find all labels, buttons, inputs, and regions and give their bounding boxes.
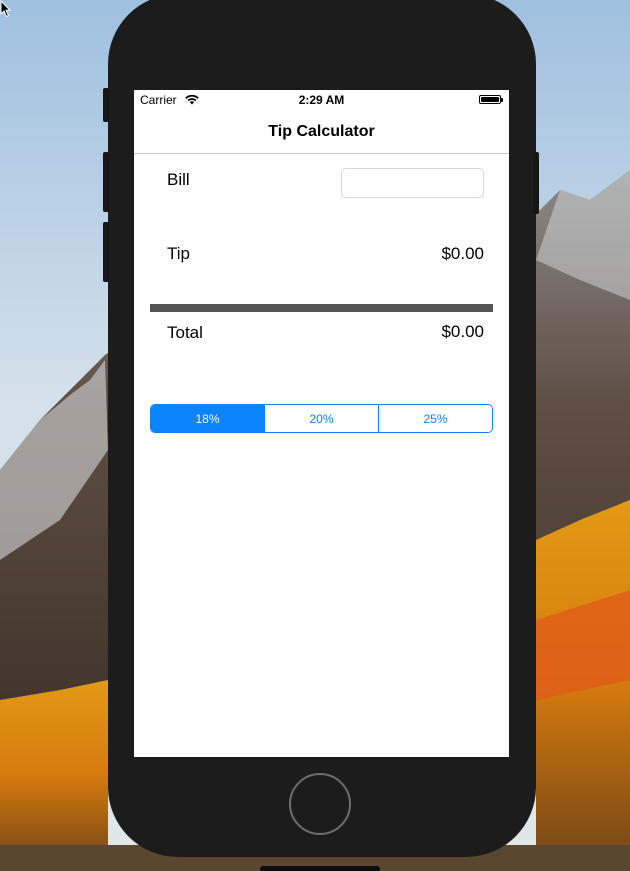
volume-down-button xyxy=(103,222,109,282)
power-button xyxy=(533,152,539,214)
mouse-cursor-icon xyxy=(0,0,12,18)
mute-switch xyxy=(103,88,109,122)
status-bar: Carrier 2:29 AM xyxy=(134,90,509,110)
total-amount: $0.00 xyxy=(441,322,484,341)
tip-amount: $0.00 xyxy=(441,244,484,263)
app-screen: Carrier 2:29 AM Tip Calculator Bill Tip … xyxy=(134,90,509,757)
tip-segment-25[interactable]: 25% xyxy=(379,405,492,432)
bill-input[interactable] xyxy=(341,168,484,198)
tip-percentage-control: 18% 20% 25% xyxy=(150,404,493,433)
desktop-dock-edge xyxy=(260,866,380,871)
status-time: 2:29 AM xyxy=(298,93,345,107)
tip-segment-20[interactable]: 20% xyxy=(265,405,379,432)
desktop-background: Carrier 2:29 AM Tip Calculator Bill Tip … xyxy=(0,0,630,871)
home-button[interactable] xyxy=(289,773,351,835)
tip-segment-18[interactable]: 18% xyxy=(151,405,265,432)
page-title: Tip Calculator xyxy=(268,123,375,140)
total-divider xyxy=(150,304,493,312)
total-label: Total xyxy=(167,323,203,342)
navigation-bar: Tip Calculator xyxy=(134,110,509,154)
volume-up-button xyxy=(103,152,109,212)
bill-label: Bill xyxy=(167,170,190,189)
battery-icon xyxy=(479,95,503,104)
tip-label: Tip xyxy=(167,244,190,263)
